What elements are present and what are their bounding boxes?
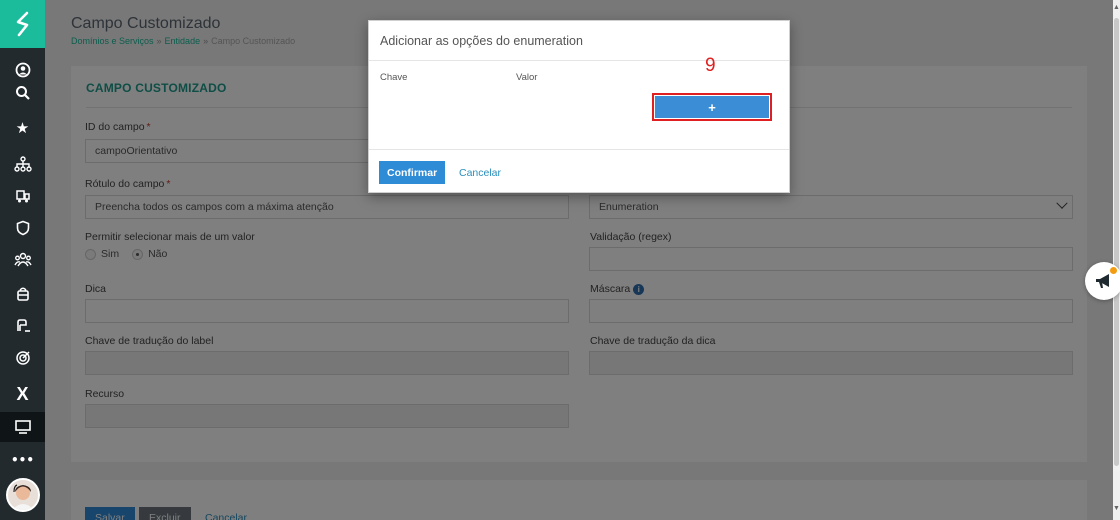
divider (369, 60, 789, 61)
cancel-button[interactable]: Cancelar (459, 161, 501, 184)
avatar[interactable] (6, 478, 40, 512)
announcement-widget[interactable] (1085, 262, 1120, 300)
divider (369, 149, 789, 150)
confirm-button[interactable]: Confirmar (379, 161, 446, 184)
more-icon[interactable]: ••• (0, 446, 45, 474)
hierarchy-icon[interactable] (0, 150, 45, 178)
team-icon[interactable] (0, 246, 45, 274)
star-icon[interactable]: ★ (0, 114, 45, 142)
enumeration-modal: Adicionar as opções do enumeration Chave… (368, 20, 790, 193)
user-circle-icon[interactable] (0, 56, 45, 84)
scroll-up-icon[interactable]: ▲ (1113, 4, 1120, 11)
x-brand-icon[interactable]: X (0, 380, 45, 408)
megaphone-icon (1096, 274, 1109, 288)
target-icon[interactable] (0, 344, 45, 372)
column-header-key: Chave (380, 72, 408, 83)
search-icon[interactable] (0, 84, 45, 102)
modal-title: Adicionar as opções do enumeration (380, 34, 583, 48)
scroll-down-icon[interactable]: ▼ (1113, 505, 1120, 512)
sidebar: ★ X ••• (0, 0, 45, 520)
add-option-button[interactable]: + (652, 93, 772, 121)
logo-icon (16, 11, 28, 37)
plus-icon: + (655, 96, 769, 118)
vehicle-icon[interactable] (0, 182, 45, 210)
scroll-thumb[interactable] (1114, 18, 1119, 466)
scrollbar[interactable]: ▲ ▼ (1113, 0, 1120, 520)
step-annotation: 9 (705, 55, 716, 76)
app-logo[interactable] (0, 0, 45, 48)
shield-icon[interactable] (0, 214, 45, 242)
bag-icon[interactable] (0, 280, 45, 308)
column-header-value: Valor (516, 72, 538, 83)
notification-dot (1110, 267, 1117, 274)
monitor-icon[interactable] (0, 412, 45, 442)
user-gear-icon[interactable] (0, 312, 45, 340)
